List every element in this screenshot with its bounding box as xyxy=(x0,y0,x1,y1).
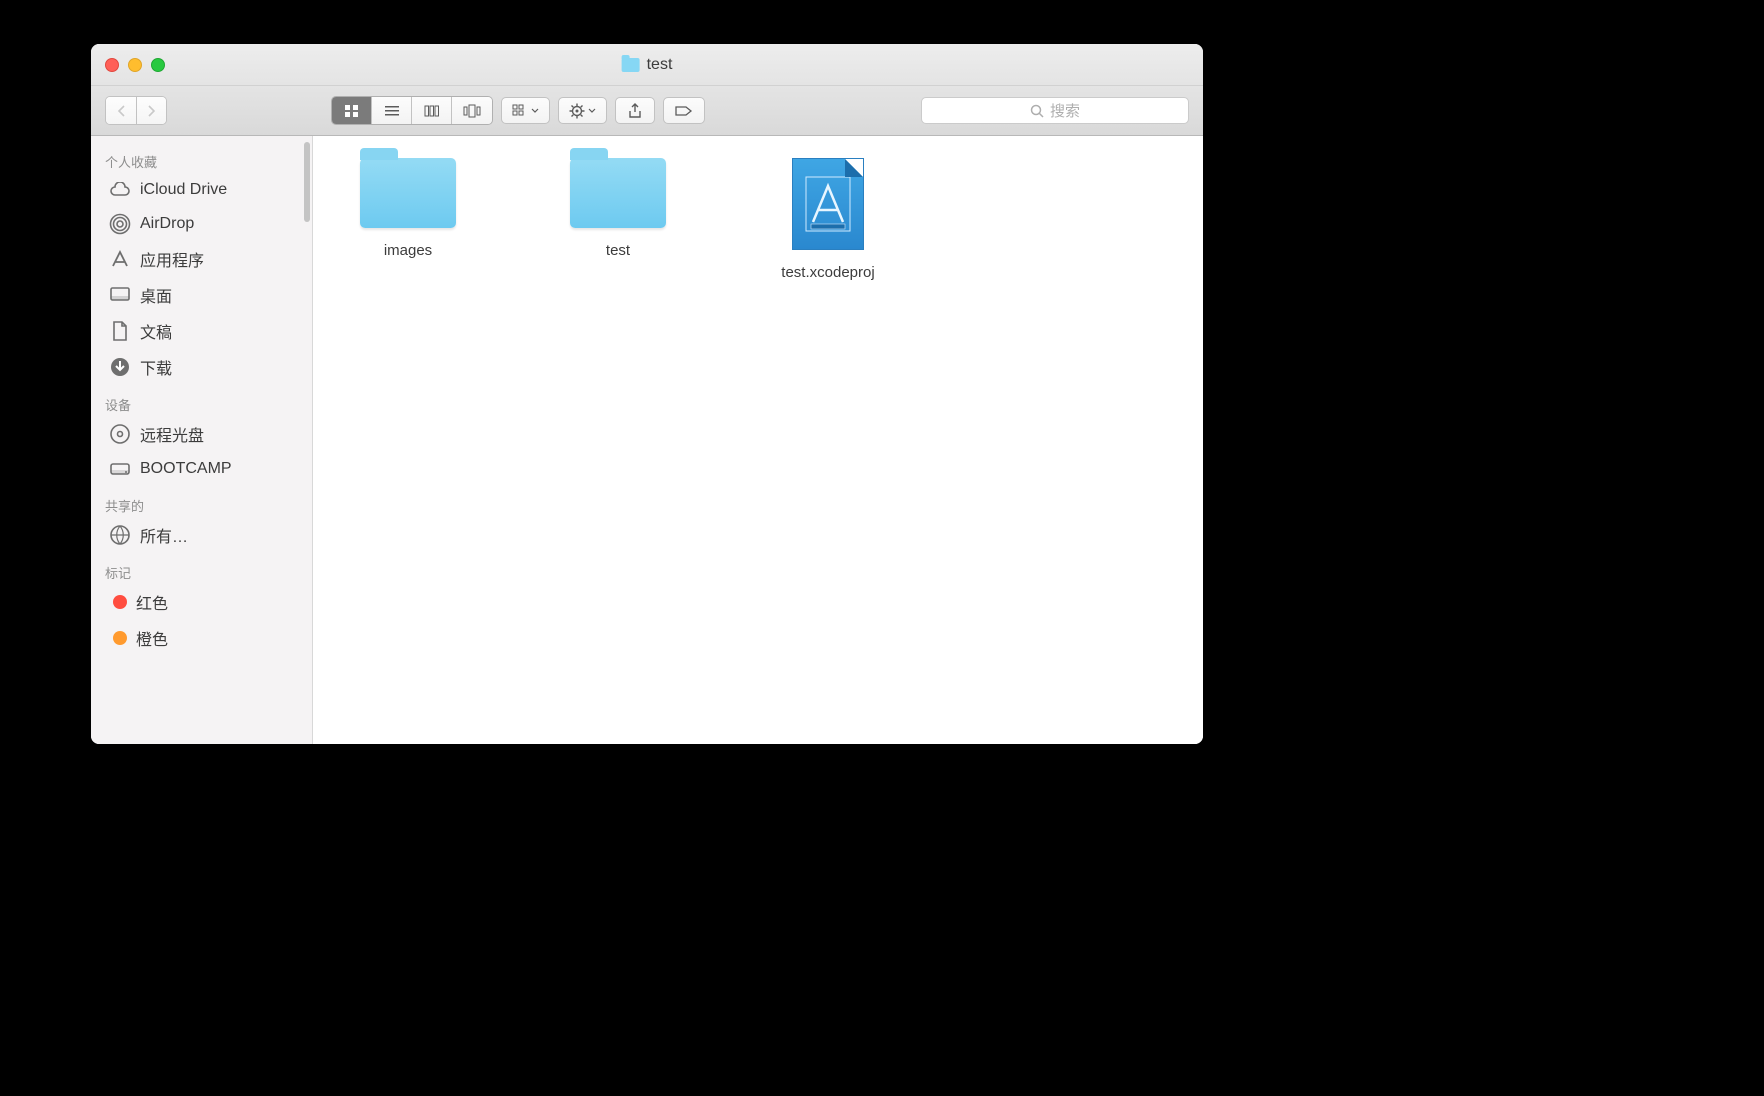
drive-icon xyxy=(109,458,131,480)
window-body: 个人收藏 iCloud Drive AirDrop 应用程序 xyxy=(91,136,1203,744)
file-browser[interactable]: images test test.xcodeproj xyxy=(313,136,1203,744)
network-icon xyxy=(109,524,131,546)
arrange-icon xyxy=(512,104,528,118)
documents-icon xyxy=(109,320,131,342)
sidebar-item-tag-red[interactable]: 红色 xyxy=(91,584,312,620)
sidebar-item-label: 桌面 xyxy=(140,283,172,307)
finder-window: test xyxy=(91,44,1203,744)
folder-icon xyxy=(570,158,666,228)
downloads-icon xyxy=(109,356,131,378)
sidebar-item-network[interactable]: 所有… xyxy=(91,517,312,553)
share-icon xyxy=(628,103,642,119)
cloud-icon xyxy=(109,179,131,201)
sidebar-section-tags: 标记 xyxy=(91,553,312,584)
file-item-folder[interactable]: images xyxy=(333,158,483,259)
sidebar-item-label: AirDrop xyxy=(140,215,194,233)
toolbar: 搜索 xyxy=(91,86,1203,136)
file-item-xcodeproj[interactable]: test.xcodeproj xyxy=(753,158,903,281)
search-icon xyxy=(1030,104,1044,118)
sidebar-section-devices: 设备 xyxy=(91,385,312,416)
sidebar-item-label: 红色 xyxy=(136,590,168,614)
sidebar-item-label: 文稿 xyxy=(140,319,172,343)
columns-icon xyxy=(424,104,440,118)
sidebar-item-bootcamp[interactable]: BOOTCAMP xyxy=(91,452,312,486)
sidebar-item-label: 下载 xyxy=(140,355,172,379)
action-button[interactable] xyxy=(558,97,607,124)
file-label: test xyxy=(606,242,630,259)
tags-button[interactable] xyxy=(663,97,705,124)
view-mode-segmented xyxy=(331,96,493,125)
tag-icon xyxy=(674,104,694,118)
search-field[interactable]: 搜索 xyxy=(921,97,1189,124)
minimize-button[interactable] xyxy=(128,58,142,72)
sidebar-item-documents[interactable]: 文稿 xyxy=(91,313,312,349)
sidebar-item-label: BOOTCAMP xyxy=(140,460,232,478)
sidebar-item-remote-disc[interactable]: 远程光盘 xyxy=(91,416,312,452)
sidebar-item-label: 远程光盘 xyxy=(140,422,204,446)
sidebar-item-label: 橙色 xyxy=(136,626,168,650)
file-label: test.xcodeproj xyxy=(781,264,874,281)
folder-icon xyxy=(360,158,456,228)
sidebar-item-downloads[interactable]: 下载 xyxy=(91,349,312,385)
sidebar-item-applications[interactable]: 应用程序 xyxy=(91,241,312,277)
column-view-button[interactable] xyxy=(412,97,452,124)
window-title-text: test xyxy=(647,56,673,74)
sidebar-item-tag-orange[interactable]: 橙色 xyxy=(91,620,312,656)
titlebar: test xyxy=(91,44,1203,86)
coverflow-icon xyxy=(463,104,481,118)
zoom-button[interactable] xyxy=(151,58,165,72)
file-item-folder[interactable]: test xyxy=(543,158,693,259)
sidebar: 个人收藏 iCloud Drive AirDrop 应用程序 xyxy=(91,136,313,744)
tag-dot-icon xyxy=(113,631,127,645)
sidebar-item-icloud[interactable]: iCloud Drive xyxy=(91,173,312,207)
arrange-button[interactable] xyxy=(501,97,550,124)
traffic-lights xyxy=(91,58,165,72)
sidebar-item-airdrop[interactable]: AirDrop xyxy=(91,207,312,241)
search-placeholder: 搜索 xyxy=(1050,100,1080,121)
desktop-icon xyxy=(109,284,131,306)
icon-view-button[interactable] xyxy=(332,97,372,124)
tag-dot-icon xyxy=(113,595,127,609)
chevron-right-icon xyxy=(147,104,157,118)
grid-icon xyxy=(344,104,360,118)
back-button[interactable] xyxy=(106,97,136,124)
gear-icon xyxy=(569,103,585,119)
nav-buttons xyxy=(105,96,167,125)
chevron-down-icon xyxy=(588,108,596,114)
window-title: test xyxy=(622,56,673,74)
sidebar-section-favorites: 个人收藏 xyxy=(91,142,312,173)
list-view-button[interactable] xyxy=(372,97,412,124)
sidebar-section-shared: 共享的 xyxy=(91,486,312,517)
folder-icon xyxy=(622,58,640,72)
list-icon xyxy=(384,104,400,118)
sidebar-item-label: 应用程序 xyxy=(140,247,204,271)
chevron-down-icon xyxy=(531,108,539,114)
sidebar-item-desktop[interactable]: 桌面 xyxy=(91,277,312,313)
close-button[interactable] xyxy=(105,58,119,72)
forward-button[interactable] xyxy=(136,97,166,124)
sidebar-item-label: 所有… xyxy=(140,523,188,547)
applications-icon xyxy=(109,248,131,270)
xcodeproj-icon xyxy=(792,158,864,250)
share-button[interactable] xyxy=(615,97,655,124)
file-label: images xyxy=(384,242,432,259)
disc-icon xyxy=(109,423,131,445)
chevron-left-icon xyxy=(116,104,126,118)
airdrop-icon xyxy=(109,213,131,235)
coverflow-view-button[interactable] xyxy=(452,97,492,124)
sidebar-item-label: iCloud Drive xyxy=(140,181,227,199)
